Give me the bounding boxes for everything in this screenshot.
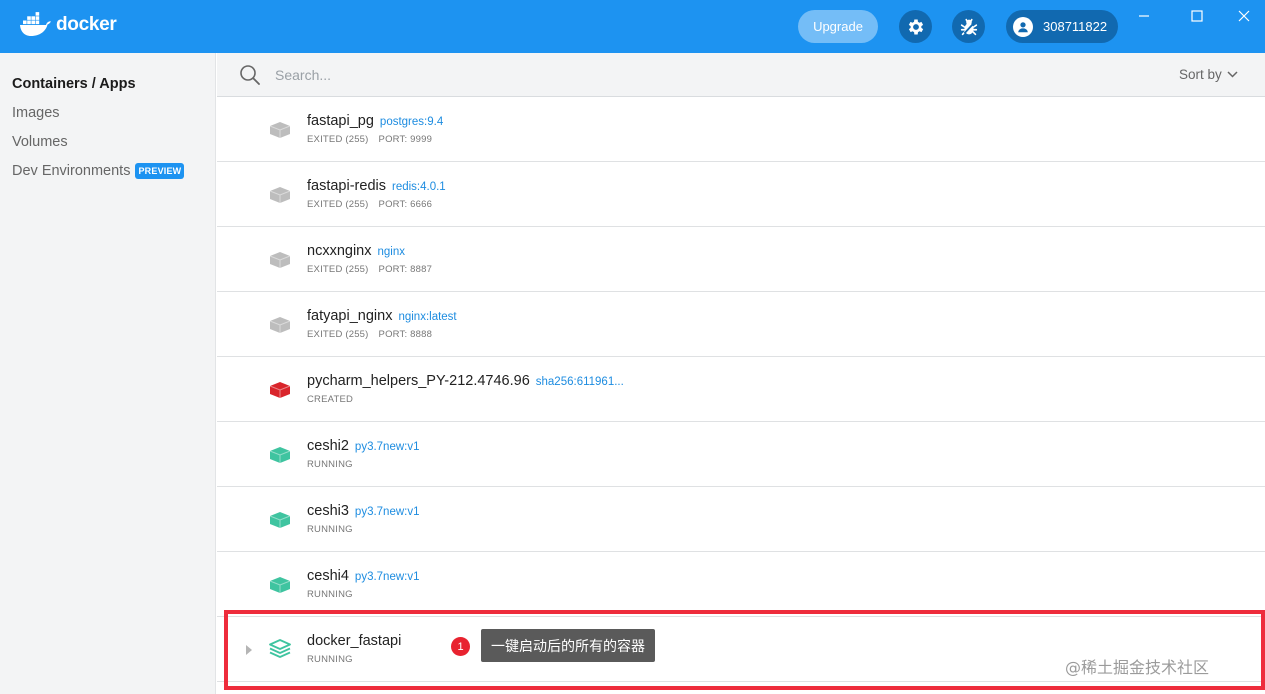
container-row[interactable]: ncxxnginx nginx EXITED (255) PORT: 8887: [217, 227, 1265, 292]
sidebar-item-label: Containers / Apps: [12, 76, 136, 92]
container-row[interactable]: ceshi2 py3.7new:v1 RUNNING: [217, 422, 1265, 487]
container-port: PORT: 9999: [378, 134, 433, 145]
container-status: RUNNING: [307, 589, 353, 600]
search-bar: Sort by: [217, 53, 1265, 97]
maximize-button[interactable]: [1187, 6, 1207, 26]
container-name: fastapi-redis: [307, 178, 386, 194]
container-icon: [269, 512, 291, 528]
watermark: @稀土掘金技术社区: [1065, 658, 1210, 677]
sort-by-dropdown[interactable]: Sort by: [1179, 67, 1238, 82]
container-image-link[interactable]: nginx:latest: [398, 311, 456, 323]
container-image-link[interactable]: py3.7new:v1: [355, 506, 420, 518]
docker-logo: docker: [18, 12, 117, 38]
container-name: ceshi3: [307, 503, 349, 519]
close-button[interactable]: [1234, 6, 1254, 26]
search-icon: [240, 65, 260, 85]
container-image-link[interactable]: redis:4.0.1: [392, 181, 446, 193]
container-status: EXITED (255): [307, 134, 369, 145]
app-status: RUNNING: [307, 654, 353, 665]
sidebar-item-dev-environments[interactable]: Dev Environments PREVIEW: [12, 163, 185, 179]
container-name: ceshi4: [307, 568, 349, 584]
search-input[interactable]: [275, 65, 675, 85]
maximize-icon: [1191, 10, 1203, 22]
docker-whale-icon: [20, 12, 51, 36]
container-row[interactable]: ceshi4 py3.7new:v1 RUNNING: [217, 552, 1265, 617]
bug-icon: [960, 18, 977, 35]
container-icon: [269, 447, 291, 463]
container-icon: [269, 382, 291, 398]
gear-icon: [908, 19, 923, 34]
container-image-link[interactable]: postgres:9.4: [380, 116, 443, 128]
sort-by-label: Sort by: [1179, 67, 1222, 82]
container-status: CREATED: [307, 394, 354, 405]
container-name: ceshi2: [307, 438, 349, 454]
container-row[interactable]: fastapi_pg postgres:9.4 EXITED (255) PORT:…: [217, 97, 1265, 162]
container-name: ncxxnginx: [307, 243, 372, 259]
sidebar-item-label: Dev Environments: [12, 163, 131, 179]
container-image-link[interactable]: py3.7new:v1: [355, 571, 420, 583]
title-bar: docker Upgrade 308711822: [0, 0, 1265, 53]
container-icon: [269, 577, 291, 593]
sidebar: Containers / Apps Images Volumes Dev Env…: [0, 53, 216, 694]
annotation-tooltip: 一键启动后的所有的容器: [481, 629, 655, 662]
container-image-link[interactable]: sha256:611961...: [536, 376, 624, 388]
sidebar-item-images[interactable]: Images: [12, 105, 60, 121]
stack-icon: [269, 639, 291, 658]
sidebar-item-label: Volumes: [12, 134, 68, 150]
container-status: EXITED (255): [307, 264, 369, 275]
container-icon: [269, 187, 291, 203]
close-icon: [1238, 10, 1250, 22]
settings-button[interactable]: [899, 10, 932, 43]
container-row[interactable]: ceshi3 py3.7new:v1 RUNNING: [217, 487, 1265, 552]
container-status: RUNNING: [307, 524, 353, 535]
container-image-link[interactable]: nginx: [377, 246, 405, 258]
container-list: fastapi_pg postgres:9.4 EXITED (255) PORT:…: [217, 97, 1265, 682]
container-name: fastapi_pg: [307, 113, 374, 129]
container-row[interactable]: pycharm_helpers_PY-212.4746.96 sha256:611…: [217, 357, 1265, 422]
app-name: docker_fastapi: [307, 633, 402, 649]
sidebar-item-containers[interactable]: Containers / Apps: [12, 76, 136, 92]
expand-arrow-icon[interactable]: [245, 645, 252, 655]
container-name: pycharm_helpers_PY-212.4746.96: [307, 373, 530, 389]
brand-name: docker: [56, 14, 117, 35]
account-button[interactable]: 308711822: [1006, 10, 1118, 43]
container-row[interactable]: fatyapi_nginx nginx:latest EXITED (255) PO…: [217, 292, 1265, 357]
minimize-icon: [1139, 15, 1149, 17]
container-image-link[interactable]: py3.7new:v1: [355, 441, 420, 453]
container-port: PORT: 6666: [378, 199, 433, 210]
preview-badge: PREVIEW: [135, 163, 185, 179]
container-port: PORT: 8887: [378, 264, 433, 275]
container-row[interactable]: fastapi-redis redis:4.0.1 EXITED (255) POR…: [217, 162, 1265, 227]
container-status: EXITED (255): [307, 199, 369, 210]
container-icon: [269, 122, 291, 138]
container-name: fatyapi_nginx: [307, 308, 393, 324]
sidebar-item-label: Images: [12, 105, 60, 121]
container-status: RUNNING: [307, 459, 353, 470]
upgrade-button[interactable]: Upgrade: [798, 10, 878, 43]
container-icon: [269, 252, 291, 268]
container-status: EXITED (255): [307, 329, 369, 340]
annotation-number-badge: 1: [451, 637, 470, 656]
chevron-down-icon: [1227, 71, 1238, 78]
container-port: PORT: 8888: [378, 329, 433, 340]
container-icon: [269, 317, 291, 333]
user-avatar-icon: [1013, 16, 1033, 37]
minimize-button[interactable]: [1134, 6, 1154, 26]
sidebar-item-volumes[interactable]: Volumes: [12, 134, 68, 150]
troubleshoot-button[interactable]: [952, 10, 985, 43]
account-name: 308711822: [1043, 19, 1108, 34]
